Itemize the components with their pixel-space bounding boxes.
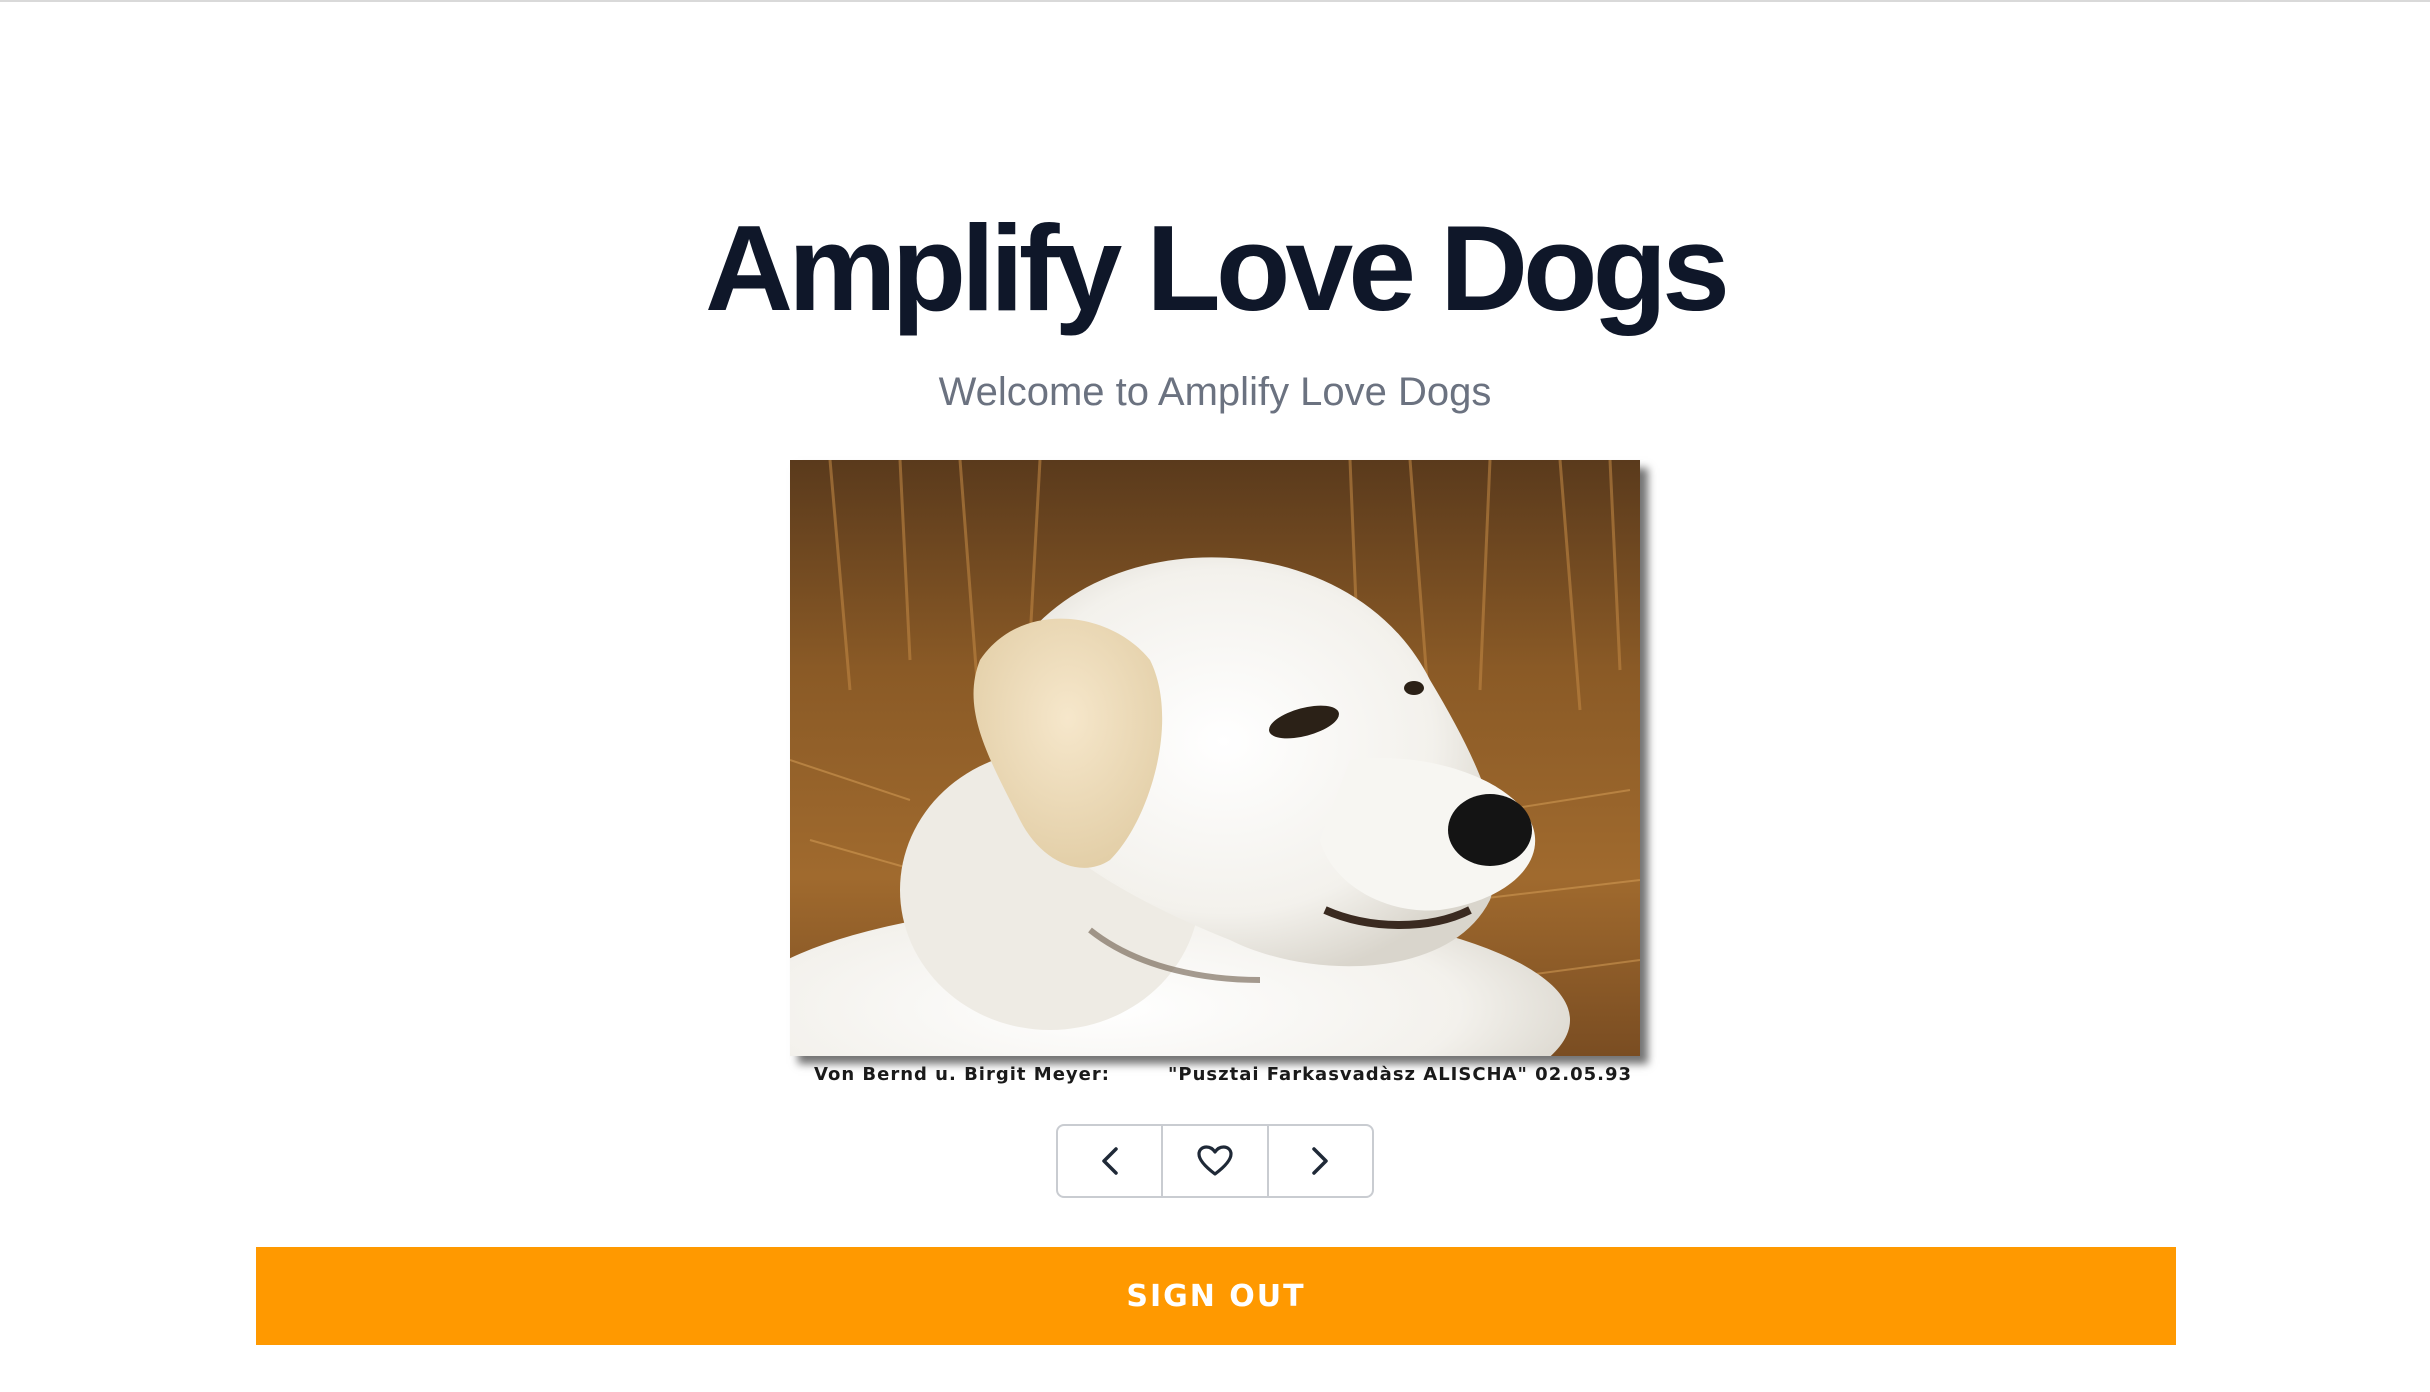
dog-photo-card: Von Bernd u. Birgit Meyer: "Pusztai Fark… xyxy=(790,460,1640,1092)
chevron-left-icon xyxy=(1101,1147,1118,1175)
next-button[interactable] xyxy=(1266,1126,1372,1196)
page: Amplify Love Dogs Welcome to Amplify Lov… xyxy=(0,0,2430,1392)
like-button[interactable] xyxy=(1161,1126,1266,1196)
page-title: Amplify Love Dogs xyxy=(705,200,1730,336)
dog-photo xyxy=(790,460,1640,1056)
previous-button[interactable] xyxy=(1058,1126,1161,1196)
sign-out-button[interactable]: SIGN OUT xyxy=(256,1247,2176,1345)
heart-outline-icon xyxy=(1197,1145,1233,1176)
dog-photo-illustration xyxy=(790,460,1640,1056)
page-subtitle: Welcome to Amplify Love Dogs xyxy=(938,370,1492,414)
photo-controls xyxy=(1056,1124,1374,1198)
photo-caption: Von Bernd u. Birgit Meyer: "Pusztai Fark… xyxy=(814,1064,1633,1085)
chevron-right-icon xyxy=(1312,1147,1329,1175)
